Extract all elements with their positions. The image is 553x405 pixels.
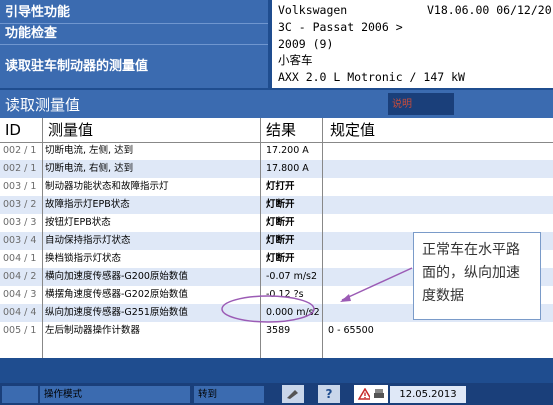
goto-button[interactable]: 转到 — [194, 386, 264, 403]
vehicle-body: 小客车 — [278, 53, 313, 67]
help-icon[interactable]: ? — [318, 385, 340, 403]
tool-icon[interactable] — [282, 385, 304, 403]
nav-item-read-parking-brake[interactable]: 读取驻车制动器的测量值 — [0, 50, 268, 84]
nav-panel: 引导性功能 功能检查 读取驻车制动器的测量值 — [0, 0, 268, 88]
annotation-note: 正常车在水平路面的，纵向加速度数据 — [413, 232, 541, 320]
current-date: 12.05.2013 — [390, 386, 466, 403]
operating-mode-button[interactable]: 操作模式 — [40, 386, 190, 403]
status-bar: 操作模式 转到 ? 12.05.2013 — [0, 383, 553, 405]
vehicle-brand: Volkswagen — [278, 3, 348, 17]
vehicle-model: 3C - Passat 2006 > — [278, 20, 403, 34]
vehicle-info-panel: Volkswagen V18.06.00 06/12/2010 3C - Pas… — [270, 0, 553, 88]
info-button[interactable]: 说明 — [388, 93, 454, 115]
title-bar: 读取测量值 说明 — [0, 90, 553, 118]
nav-item-guided-functions[interactable]: 引导性功能 — [0, 3, 268, 24]
software-version: V18.06.00 06/12/2010 — [427, 3, 553, 17]
nav-item-function-check[interactable]: 功能检查 — [0, 24, 268, 45]
highlight-ellipse — [221, 295, 315, 323]
vehicle-engine: AXX 2.0 L Motronic / 147 kW — [278, 70, 465, 84]
vehicle-year: 2009 (9) — [278, 37, 334, 51]
annotation-arrow-head — [340, 294, 351, 302]
printer-icon[interactable] — [370, 385, 388, 403]
page-title: 读取测量值 — [5, 96, 81, 114]
status-spacer — [2, 386, 38, 403]
annotation-arrow-line — [341, 267, 413, 301]
